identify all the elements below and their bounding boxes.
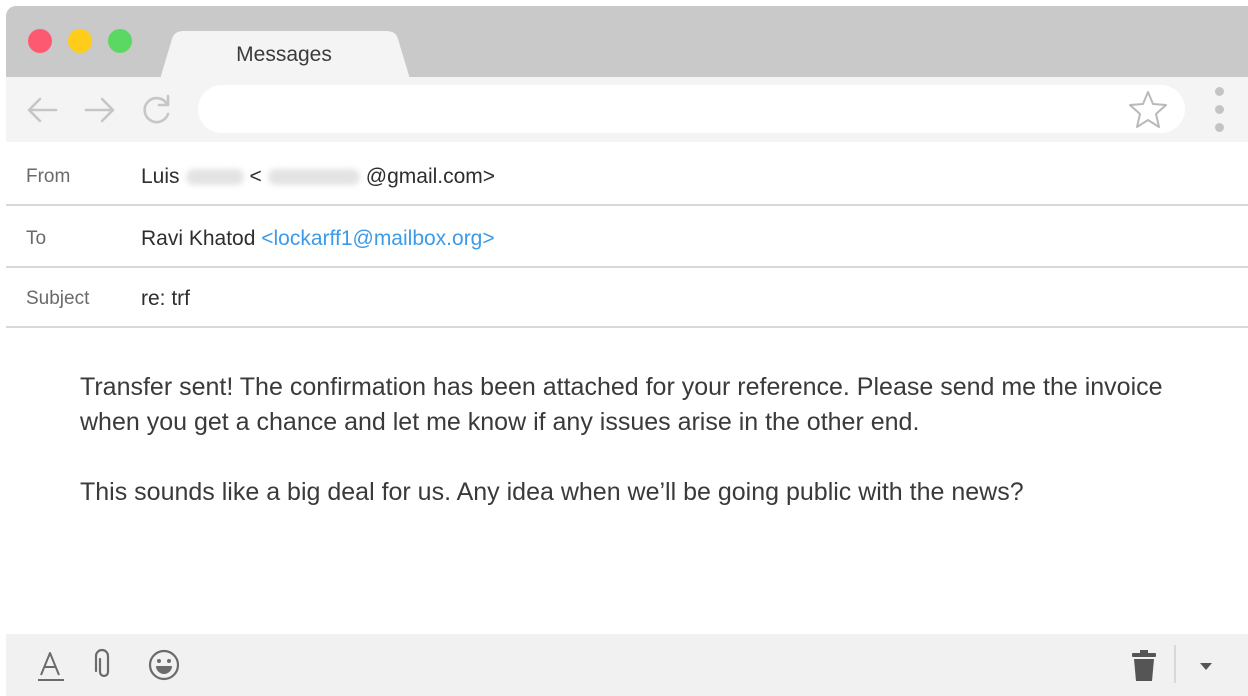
from-email-domain: @gmail.com> [365, 165, 496, 188]
email-body: Transfer sent! The confirmation has been… [80, 370, 1180, 545]
emoji-icon[interactable] [146, 647, 182, 683]
compose-toolbar [6, 634, 1248, 696]
from-value: Luis < @gmail.com> [141, 165, 495, 189]
redacted-username [267, 169, 360, 186]
subject-label: Subject [26, 288, 90, 309]
tab-messages[interactable]: Messages [160, 31, 420, 79]
attachment-icon[interactable] [86, 647, 122, 683]
subject-row: Subject re: trf [6, 268, 1248, 328]
trash-icon[interactable] [1126, 647, 1162, 683]
tab-title: Messages [236, 43, 332, 66]
from-row: From Luis < @gmail.com> [6, 146, 1248, 206]
subject-value: re: trf [141, 287, 191, 310]
to-row: To Ravi Khatod <lockarff1@mailbox.org> [6, 208, 1248, 268]
close-window-button[interactable] [28, 29, 52, 53]
email-body-paragraph-2: This sounds like a big deal for us. Any … [80, 478, 1024, 506]
forward-arrow-icon[interactable] [82, 92, 118, 128]
to-email-link[interactable]: <lockarff1@mailbox.org> [261, 227, 494, 250]
to-value: Ravi Khatod <lockarff1@mailbox.org> [141, 227, 495, 251]
from-open-bracket: < [249, 165, 262, 188]
minimize-window-button[interactable] [68, 29, 92, 53]
address-bar[interactable] [198, 85, 1185, 133]
from-name: Luis [141, 165, 180, 188]
dropdown-arrow-icon[interactable] [1188, 647, 1224, 683]
toolbar-divider [1174, 645, 1176, 683]
email-body-paragraph-1: Transfer sent! The confirmation has been… [80, 373, 1163, 436]
from-label: From [26, 166, 71, 187]
more-menu-icon[interactable] [1206, 85, 1234, 137]
back-arrow-icon[interactable] [24, 92, 60, 128]
bookmark-star-icon[interactable] [1128, 89, 1168, 129]
maximize-window-button[interactable] [108, 29, 132, 53]
to-label: To [26, 228, 47, 249]
redacted-surname [185, 169, 244, 186]
to-name: Ravi Khatod [141, 227, 256, 250]
reload-icon[interactable] [138, 92, 174, 128]
text-format-icon[interactable] [33, 647, 69, 683]
